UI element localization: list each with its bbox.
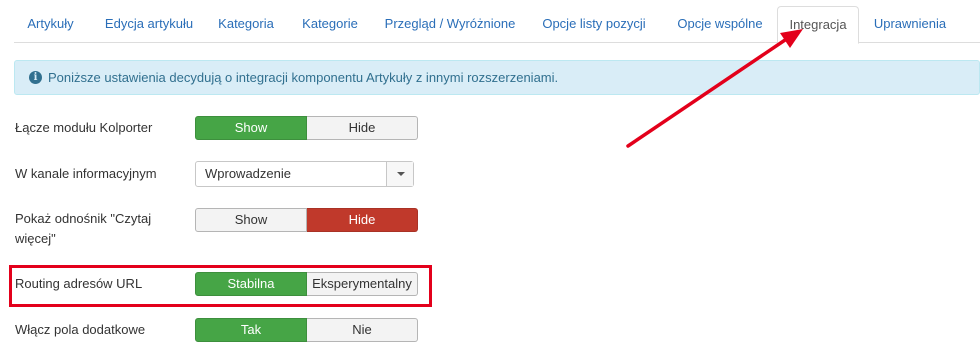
readmore-toggle: Show Hide <box>195 208 418 232</box>
custom-fields-yes-button[interactable]: Tak <box>195 318 307 342</box>
tab-przeglad-wyroznione[interactable]: Przegląd / Wyróżnione <box>380 6 520 43</box>
kolporter-toggle: Show Hide <box>195 116 418 140</box>
info-alert-text: Poniższe ustawienia decydują o integracj… <box>48 70 559 85</box>
tab-edycja-artykulu[interactable]: Edycja artykułu <box>93 6 205 43</box>
kolporter-label: Łącze modułu Kolporter <box>15 120 153 135</box>
custom-fields-toggle: Tak Nie <box>195 318 418 342</box>
feed-select-value: Wprowadzenie <box>205 166 291 181</box>
tab-opcje-listy-pozycji[interactable]: Opcje listy pozycji <box>535 6 653 43</box>
tab-bar: Artykuły Edycja artykułu Kategoria Kateg… <box>14 6 980 44</box>
tab-uprawnienia[interactable]: Uprawnienia <box>865 6 955 43</box>
custom-fields-no-button[interactable]: Nie <box>307 318 418 342</box>
tab-artykuly[interactable]: Artykuły <box>14 6 87 43</box>
kolporter-hide-button[interactable]: Hide <box>307 116 418 140</box>
readmore-label: Pokaż odnośnik "Czytaj więcej" <box>15 211 152 246</box>
feed-label: W kanale informacyjnym <box>15 166 157 181</box>
feed-select[interactable]: Wprowadzenie <box>195 161 414 187</box>
readmore-hide-button[interactable]: Hide <box>307 208 418 232</box>
kolporter-show-button[interactable]: Show <box>195 116 307 140</box>
tab-kategorie[interactable]: Kategorie <box>294 6 366 43</box>
readmore-show-button[interactable]: Show <box>195 208 307 232</box>
chevron-down-icon[interactable] <box>386 162 413 186</box>
custom-fields-label: Włącz pola dodatkowe <box>15 322 146 337</box>
tab-opcje-wspolne[interactable]: Opcje wspólne <box>666 6 774 43</box>
info-alert: i Poniższe ustawienia decydują o integrac… <box>14 60 980 95</box>
annotation-highlight-box <box>9 265 432 307</box>
info-icon: i <box>29 71 42 85</box>
tab-kategoria[interactable]: Kategoria <box>211 6 281 43</box>
tab-integracja[interactable]: Integracja <box>777 6 859 44</box>
